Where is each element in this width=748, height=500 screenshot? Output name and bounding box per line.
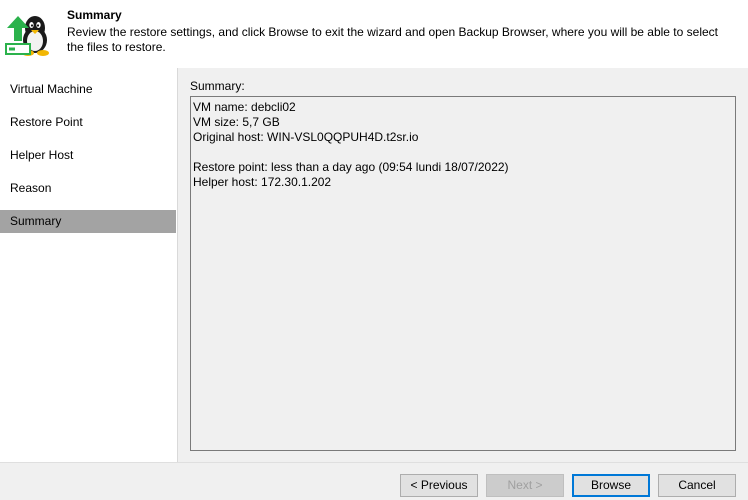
step-virtual-machine[interactable]: Virtual Machine	[0, 78, 176, 101]
summary-line-vm-name: VM name: debcli02	[193, 100, 296, 114]
step-reason[interactable]: Reason	[0, 177, 176, 200]
next-button[interactable]: Next >	[486, 474, 564, 497]
wizard-steps-sidebar: Virtual Machine Restore Point Helper Hos…	[0, 68, 178, 462]
wizard-header: Summary Review the restore settings, and…	[0, 0, 748, 68]
step-helper-host[interactable]: Helper Host	[0, 144, 176, 167]
summary-line-restore-point: Restore point: less than a day ago (09:5…	[193, 160, 509, 174]
browse-button[interactable]: Browse	[572, 474, 650, 497]
page-description: Review the restore settings, and click B…	[67, 25, 718, 54]
summary-line-helper-host: Helper host: 172.30.1.202	[193, 175, 332, 189]
linux-penguin-restore-icon	[4, 10, 58, 64]
summary-line-vm-size: VM size: 5,7 GB	[193, 115, 280, 129]
footer-divider	[0, 462, 748, 463]
summary-line-original-host: Original host: WIN-VSL0QQPUH4D.t2sr.io	[193, 130, 419, 144]
summary-label: Summary:	[190, 79, 245, 93]
step-restore-point[interactable]: Restore Point	[0, 111, 176, 134]
previous-button[interactable]: < Previous	[400, 474, 478, 497]
summary-textbox[interactable]: VM name: debcli02 VM size: 5,7 GB Origin…	[190, 96, 736, 451]
summary-line-blank	[193, 145, 733, 160]
step-summary[interactable]: Summary	[0, 210, 176, 233]
page-title: Summary	[67, 8, 122, 22]
cancel-button[interactable]: Cancel	[658, 474, 736, 497]
restore-wizard-window: Summary Review the restore settings, and…	[0, 0, 748, 500]
